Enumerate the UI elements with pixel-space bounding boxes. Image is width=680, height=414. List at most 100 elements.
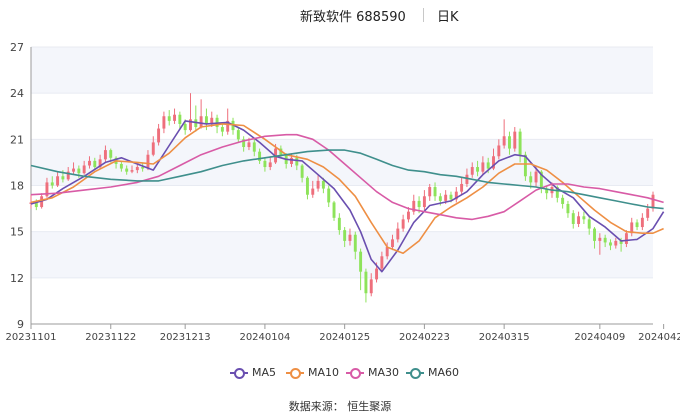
candle-up [646,208,650,218]
candle-up [316,180,320,189]
candle-down [236,130,240,140]
candle-down [603,237,607,243]
candle-down [433,187,437,197]
candle-up [428,187,432,197]
candle-down [635,222,639,228]
x-tick-label: 20231101 [6,332,57,343]
candle-down [77,168,81,174]
candle-up [88,160,91,166]
candle-down [300,165,304,178]
legend-item-ma10[interactable]: MA10 [286,366,339,379]
legend-label: MA30 [368,366,400,379]
candle-up [369,279,373,294]
candle-up [247,142,251,148]
candle-down [93,160,97,168]
candle-down [566,203,570,214]
y-tick-label: 27 [10,41,24,54]
x-tick-label: 20231213 [160,332,211,343]
candlestick-chart: 9 12 15 18 21 24 27 20231101 20231122 20231213 202… [6,41,680,343]
candle-down [518,131,522,155]
candle-down [486,162,490,169]
candle-down [449,194,453,200]
candle-up [199,116,203,128]
candle-up [72,168,75,172]
data-source-note: 数据来源： 恒生聚源 [288,400,392,413]
candle-up [82,165,86,174]
legend-label: MA10 [308,366,340,379]
x-tick-label: 20231122 [85,332,136,343]
y-tick-label: 18 [10,180,24,193]
candle-down [109,150,113,158]
candle-up [135,167,139,171]
candle-down [343,230,347,241]
candle-up [444,194,448,201]
legend-marker-icon [230,367,248,379]
legend: MA5 MA10 MA30 MA60 [0,366,680,382]
candle-up [401,219,405,229]
grid-band [31,231,653,278]
candle-up [162,116,166,129]
x-tick-label: 20240104 [239,332,290,343]
candle-down [332,202,336,218]
candle-up [614,240,618,246]
candle-down [587,219,591,229]
candle-down [50,182,54,186]
candle-up [103,150,107,160]
candle-down [359,251,363,272]
candle-up [598,237,602,241]
candle-down [529,176,533,183]
candle-down [337,217,341,231]
candle-down [178,114,182,124]
x-tick-label: 20240429 [638,332,680,343]
candle-down [305,177,309,195]
candle-down [353,234,357,252]
candle-up [577,216,581,224]
candle-up [513,131,517,149]
candle-up [624,233,628,244]
y-tick-label: 9 [17,318,24,331]
candle-up [534,171,538,183]
candle-down [417,200,421,208]
candle-down [507,136,511,149]
x-tick-label: 20240125 [319,332,370,343]
candle-up [651,194,655,209]
legend-item-ma60[interactable]: MA60 [406,366,459,379]
x-tick-label: 20240223 [399,332,450,343]
candle-up [385,247,389,257]
candle-down [561,197,565,204]
candle-down [327,188,331,203]
x-tick-label: 20240315 [479,332,530,343]
candle-up [348,234,352,241]
candle-down [125,168,129,172]
legend-label: MA60 [428,366,460,379]
candle-up [157,128,161,143]
candle-down [609,242,612,246]
legend-item-ma5[interactable]: MA5 [230,366,276,379]
candle-up [130,170,134,172]
candle-down [263,160,267,168]
candle-down [183,123,187,131]
candle-up [375,268,379,280]
candle-up [290,157,293,164]
candle-up [396,228,400,240]
y-tick-label: 21 [10,133,24,146]
legend-marker-icon [346,367,364,379]
legend-marker-icon [406,367,424,379]
candle-down [119,163,123,169]
candle-down [167,116,171,121]
candle-up [481,162,485,172]
candle-down [593,228,596,241]
candle-down [295,157,299,166]
legend-marker-icon [286,367,304,379]
candle-down [364,271,368,294]
candle-up [502,136,506,146]
candle-up [380,256,384,269]
y-tick-label: 24 [10,87,24,100]
candle-up [422,196,426,208]
candle-down [220,127,224,132]
legend-item-ma30[interactable]: MA30 [346,366,399,379]
y-tick-label: 15 [10,226,24,239]
candle-up [151,142,155,155]
candle-up [173,114,177,121]
grid-band [31,47,653,94]
